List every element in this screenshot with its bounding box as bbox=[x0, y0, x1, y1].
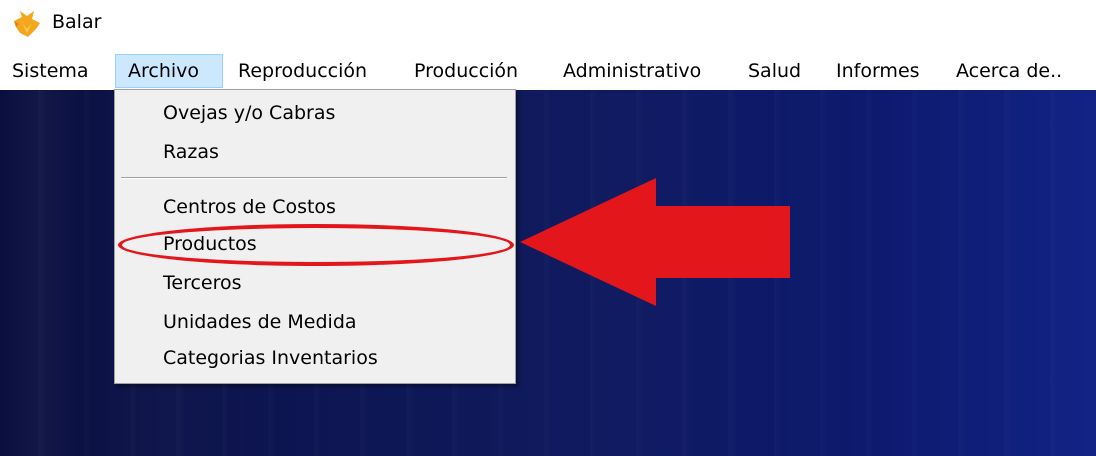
menu-item-centros-de-costos[interactable]: Centros de Costos bbox=[163, 194, 336, 220]
window-title: Balar bbox=[52, 11, 102, 33]
menu-separator bbox=[121, 177, 507, 179]
menu-informes[interactable]: Informes bbox=[836, 54, 920, 88]
highlight-ellipse-annotation bbox=[118, 224, 514, 266]
menu-salud[interactable]: Salud bbox=[748, 54, 801, 88]
menu-administrativo[interactable]: Administrativo bbox=[563, 54, 701, 88]
title-bar: Balar bbox=[0, 0, 1096, 48]
fox-logo-icon bbox=[14, 11, 40, 37]
menu-acerca-de[interactable]: Acerca de.. bbox=[956, 54, 1062, 88]
menu-item-unidades-de-medida[interactable]: Unidades de Medida bbox=[163, 309, 357, 335]
menu-bar: Sistema Archivo Reproducción Producción … bbox=[0, 52, 1096, 90]
menu-reproduccion[interactable]: Reproducción bbox=[238, 54, 367, 88]
menu-item-razas[interactable]: Razas bbox=[163, 139, 219, 165]
red-arrow-annotation bbox=[520, 178, 790, 306]
menu-produccion[interactable]: Producción bbox=[414, 54, 518, 88]
menu-sistema[interactable]: Sistema bbox=[12, 54, 89, 88]
menu-item-ovejas-cabras[interactable]: Ovejas y/o Cabras bbox=[163, 100, 335, 126]
menu-item-terceros[interactable]: Terceros bbox=[163, 270, 242, 296]
menu-item-categorias-inventarios[interactable]: Categorias Inventarios bbox=[163, 345, 378, 371]
menu-archivo[interactable]: Archivo bbox=[115, 54, 223, 88]
